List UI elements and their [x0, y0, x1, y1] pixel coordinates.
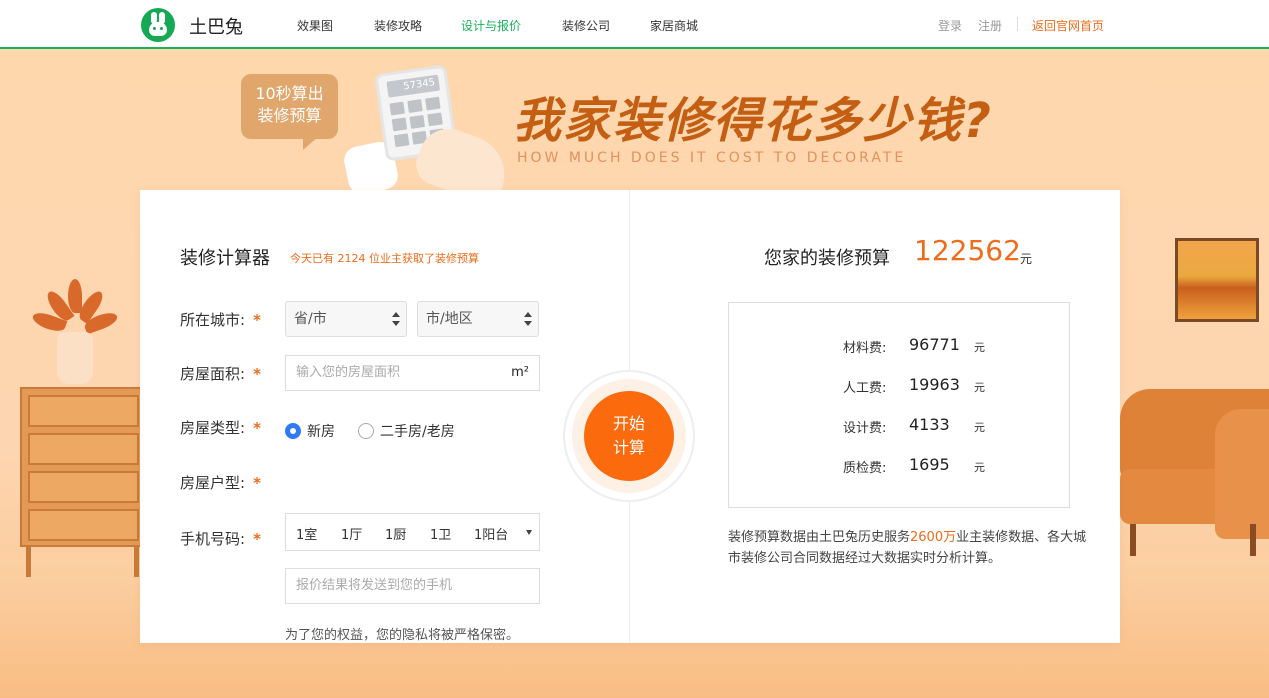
top-nav: 土巴兔 效果图 装修攻略 设计与报价 装修公司 家居商城 登录 注册 返回官网首… — [0, 0, 1269, 49]
plant-decoration — [30, 279, 120, 339]
select-arrows-icon — [392, 312, 400, 326]
layout-kitchens: 1厨 — [385, 528, 407, 543]
area-label: 房屋面积: * — [180, 365, 261, 383]
brand-name[interactable]: 土巴兔 — [189, 13, 243, 39]
chevron-down-icon — [526, 530, 532, 535]
select-arrows-icon — [524, 312, 532, 326]
phone-label: 手机号码: * — [180, 530, 261, 548]
area-input[interactable]: 输入您的房屋面积 m² — [285, 355, 540, 391]
data-source-note: 装修预算数据由土巴兔历史服务2600万业主装修数据、各大城市装修公司合同数据经过… — [728, 530, 1087, 566]
province-select[interactable]: 省/市 — [285, 301, 407, 337]
layout-label: 房屋户型: * — [180, 474, 261, 492]
budget-unit: 元 — [1020, 252, 1033, 266]
house-type-label: 房屋类型: * — [180, 419, 261, 437]
budget-total: 122562 — [914, 234, 1021, 267]
register-link[interactable]: 注册 — [978, 17, 1002, 34]
budget-calculator-card: 装修计算器 今天已有 2124 位业主获取了装修预算 所在城市: * 省/市 市/… — [140, 190, 1120, 643]
bubble-tail — [303, 136, 319, 150]
vase-decoration — [57, 332, 93, 384]
city-label: 所在城市: * — [180, 311, 261, 329]
calculator-subtitle: 今天已有 2124 位业主获取了装修预算 — [290, 252, 479, 265]
required-mark: * — [253, 530, 261, 548]
fee-breakdown-box: 材料费: 96771 元 人工费: 19963 元 设计费: 4133 元 质检… — [728, 302, 1070, 508]
layout-select[interactable]: 1室 1厅 1厨 1卫 1阳台 — [285, 513, 540, 551]
required-mark: * — [253, 474, 261, 492]
house-type-group: 新房 二手房/老房 — [285, 421, 540, 441]
login-link[interactable]: 登录 — [938, 17, 962, 34]
required-mark: * — [253, 419, 261, 437]
phone-input[interactable]: 报价结果将发送到您的手机 — [285, 568, 540, 604]
budget-label: 您家的装修预算 — [764, 248, 890, 269]
nav-link-mall[interactable]: 家居商城 — [650, 17, 698, 34]
area-unit: m² — [511, 365, 529, 380]
layout-rooms: 1室 — [296, 528, 318, 543]
calculator-display: 57345 — [386, 74, 441, 98]
note-highlight: 2600万 — [910, 530, 957, 545]
nav-link-renderings[interactable]: 效果图 — [297, 17, 333, 34]
required-mark: * — [253, 311, 261, 329]
calculator-title: 装修计算器 — [180, 248, 270, 269]
nav-link-design-quote[interactable]: 设计与报价 — [461, 17, 521, 34]
privacy-note: 为了您的权益，您的隐私将被严格保密。 — [285, 628, 520, 643]
dresser-decoration — [20, 387, 145, 577]
layout-halls: 1厅 — [341, 528, 363, 543]
radio-second-hand-house[interactable]: 二手房/老房 — [358, 421, 455, 441]
return-home-link[interactable]: 返回官网首页 — [1032, 17, 1104, 34]
hero-section: 10秒算出 装修预算 57345 我家装修得花多少钱? HOW MUCH DOE… — [0, 49, 1269, 698]
page-subheadline: HOW MUCH DOES IT COST TO DECORATE — [517, 150, 907, 166]
required-mark: * — [253, 365, 261, 383]
page-headline: 我家装修得花多少钱? — [513, 93, 993, 149]
nav-link-companies[interactable]: 装修公司 — [562, 17, 610, 34]
painting-decoration — [1175, 238, 1259, 322]
nav-link-guides[interactable]: 装修攻略 — [374, 17, 422, 34]
radio-new-house[interactable]: 新房 — [285, 421, 335, 441]
promo-bubble-line2: 装修预算 — [257, 106, 322, 125]
promo-bubble: 10秒算出 装修预算 — [241, 74, 338, 139]
tubatu-logo-icon[interactable] — [141, 8, 175, 42]
promo-bubble-line1: 10秒算出 — [255, 84, 324, 103]
start-calculation-button[interactable]: 开始 计算 — [584, 391, 674, 481]
sofa-decoration — [1120, 389, 1269, 559]
layout-balconies: 1阳台 — [474, 528, 509, 543]
layout-bathrooms: 1卫 — [430, 528, 452, 543]
city-select[interactable]: 市/地区 — [417, 301, 539, 337]
nav-divider — [1017, 17, 1018, 31]
